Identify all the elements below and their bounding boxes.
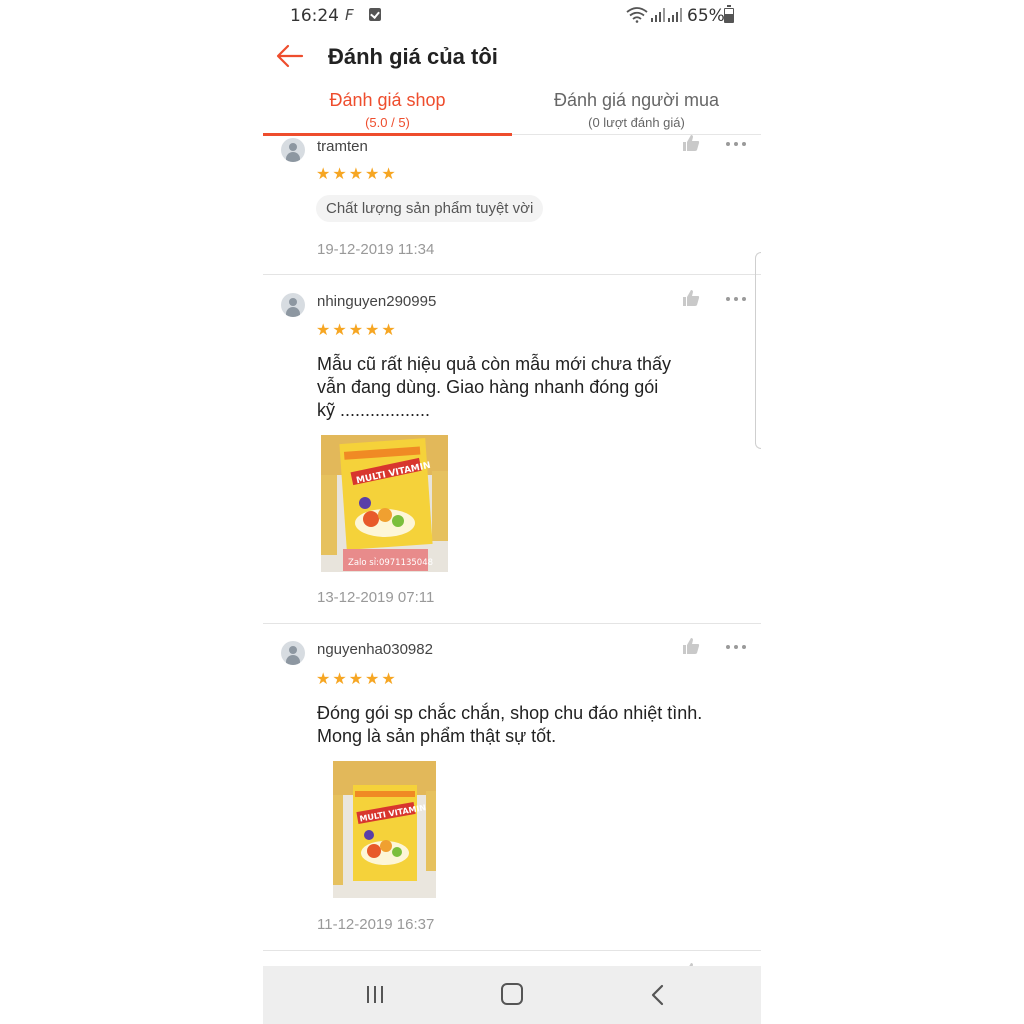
thumbs-up-icon[interactable] (682, 637, 700, 655)
home-icon[interactable] (501, 983, 523, 1005)
photo-overlay-text: Zalo sỉ:0971135048 (348, 557, 433, 568)
back-arrow-icon[interactable] (275, 42, 305, 70)
system-back-icon[interactable] (646, 984, 672, 1006)
review-item: nhinguyen290995 ★★★★★ Mẫu cũ rất hiệu qu… (263, 276, 761, 624)
review-item: nguyenha030982 ★★★★★ Đóng gói sp chắc ch… (263, 625, 761, 951)
app-header: Đánh giá của tôi (263, 36, 761, 80)
review-username: tramten (317, 138, 368, 155)
tab-label: Đánh giá shop (329, 90, 446, 110)
review-comment: Mẫu cũ rất hiệu quả còn mẫu mới chưa thấ… (317, 354, 672, 420)
battery-percent: 65% (687, 6, 725, 26)
star-rating: ★★★★★ (316, 322, 398, 339)
review-date: 19-12-2019 11:34 (317, 241, 435, 258)
thumbs-up-icon[interactable] (682, 289, 700, 307)
review-tabs: Đánh giá shop (5.0 / 5) Đánh giá người m… (263, 82, 761, 136)
task-notification-icon (369, 8, 381, 21)
review-date: 11-12-2019 16:37 (317, 916, 435, 933)
recent-apps-icon[interactable] (363, 984, 389, 1006)
star-rating: ★★★★★ (316, 166, 398, 183)
signal-icon-2 (668, 8, 682, 22)
page-title: Đánh giá của tôi (328, 44, 498, 69)
status-bar: 16:24 F 65% (263, 0, 761, 32)
star-rating: ★★★★★ (316, 671, 398, 688)
wifi-icon (626, 7, 648, 23)
tab-shop-reviews[interactable]: Đánh giá shop (5.0 / 5) (263, 82, 512, 136)
more-dots-icon[interactable] (726, 140, 748, 148)
review-username: nguyenha030982 (317, 641, 433, 658)
review-photo[interactable]: MULTI VITAMIN Zalo sỉ:0971135048 (321, 435, 448, 572)
tab-count: (0 lượt đánh giá) (588, 115, 685, 130)
review-comment: Đóng gói sp chắc chắn, shop chu đáo nhiệ… (317, 703, 703, 746)
review-date: 13-12-2019 07:11 (317, 589, 435, 606)
review-tag-chip: Chất lượng sản phẩm tuyệt vời (316, 195, 544, 222)
review-photo[interactable]: MULTI VITAMIN (333, 761, 436, 898)
tab-rating: (5.0 / 5) (365, 115, 410, 130)
system-nav-bar (263, 966, 761, 1024)
more-dots-icon[interactable] (726, 295, 748, 303)
tab-buyer-reviews[interactable]: Đánh giá người mua (0 lượt đánh giá) (512, 82, 761, 135)
review-item: tramten ★★★★★ Chất lượng sản phẩm tuyệt … (263, 134, 761, 275)
status-time: 16:24 (290, 6, 339, 26)
user-avatar-icon (281, 293, 305, 317)
tab-label: Đánh giá người mua (554, 90, 719, 110)
app-notification-icon: F (345, 6, 354, 24)
phone-screen: 16:24 F 65% Đánh giá của tôi Đánh giá sh… (263, 0, 761, 1024)
review-username: nhinguyen290995 (317, 293, 437, 310)
battery-icon (724, 5, 734, 23)
more-dots-icon[interactable] (726, 643, 748, 651)
user-avatar-icon (281, 641, 305, 665)
scroll-indicator[interactable] (755, 252, 761, 449)
thumbs-up-icon[interactable] (682, 134, 700, 152)
user-avatar-icon (281, 138, 305, 162)
signal-icon (651, 8, 665, 22)
